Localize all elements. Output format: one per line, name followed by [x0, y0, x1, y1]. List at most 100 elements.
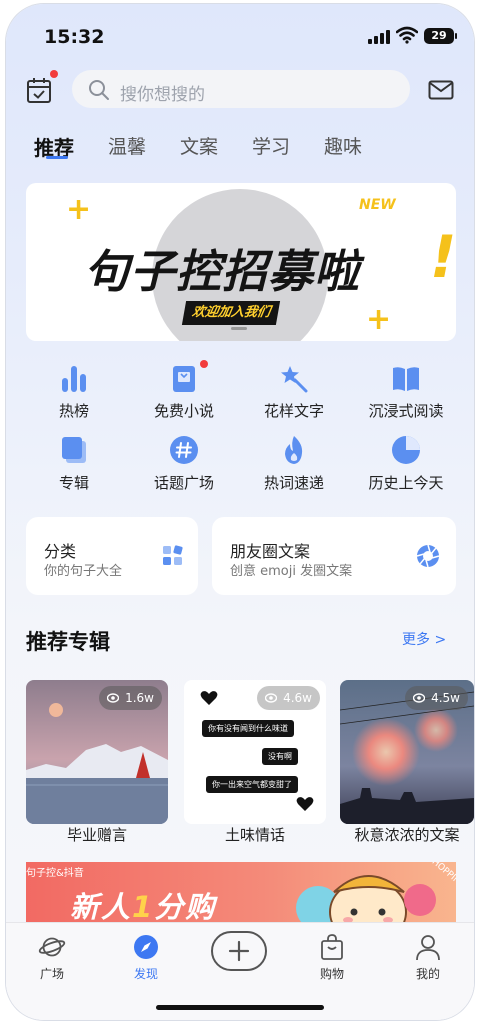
search-input[interactable]: 搜你想搜的	[72, 70, 410, 108]
grid-item-hot-words[interactable]: 热词速递	[244, 434, 344, 498]
eye-icon	[413, 693, 426, 703]
grid-item-album[interactable]: 专辑	[24, 434, 124, 498]
hashtag-icon	[170, 436, 198, 464]
profile-icon	[416, 935, 440, 961]
view-count: 1.6w	[125, 691, 154, 705]
status-time: 15:32	[44, 26, 105, 48]
battery-icon: 29	[424, 28, 457, 44]
album-label: 土味情话	[224, 826, 285, 844]
active-tab-indicator	[46, 156, 68, 159]
heart-icon	[296, 797, 314, 811]
chat-bubble: 你有没有闻到什么味道	[202, 720, 294, 737]
magic-wand-icon	[281, 366, 308, 393]
search-icon	[89, 80, 109, 100]
view-count-badge: 4.5w	[405, 686, 468, 710]
grid-label: 热榜	[58, 402, 89, 420]
grid-item-immersive-reading[interactable]: 沉浸式阅读	[356, 362, 456, 426]
tab-label: 我的	[415, 967, 440, 981]
grid-label: 历史上今天	[368, 474, 444, 492]
calendar-check-icon[interactable]	[26, 76, 52, 104]
grid-item-hot-list[interactable]: 热榜	[24, 362, 124, 426]
promo-text-a: 新人	[70, 890, 133, 922]
chat-bubble: 没有啊	[262, 748, 298, 765]
tab-study[interactable]: 学习	[252, 132, 290, 159]
grid-item-free-novels[interactable]: 免费小说	[134, 360, 234, 426]
tab-label: 发现	[133, 967, 158, 981]
card-title: 朋友圈文案	[230, 542, 311, 561]
cartoon-character-image	[296, 875, 436, 922]
view-count: 4.6w	[283, 691, 312, 705]
tab-shopping[interactable]: 购物	[302, 933, 362, 982]
eye-icon	[107, 693, 120, 703]
tab-discover[interactable]: 发现	[116, 933, 176, 982]
grid-label: 沉浸式阅读	[368, 402, 444, 420]
signal-icon	[368, 30, 390, 44]
heart-icon	[200, 691, 218, 705]
album-label: 毕业赠言	[66, 826, 127, 844]
tab-warm[interactable]: 温馨	[108, 132, 146, 159]
book-icon	[173, 366, 195, 392]
notification-dot	[200, 360, 208, 368]
promo-banner[interactable]: + + NEW 句子控招募啦 ! 欢迎加入我们	[26, 183, 456, 341]
pie-clock-icon	[392, 436, 420, 464]
view-count-badge: 4.6w	[257, 686, 320, 710]
tab-profile[interactable]: 我的	[398, 933, 458, 982]
open-book-icon	[393, 367, 419, 391]
tab-fun[interactable]: 趣味	[324, 132, 362, 159]
eye-icon	[265, 693, 278, 703]
grid-item-fancy-text[interactable]: 花样文字	[244, 362, 344, 426]
add-post-button[interactable]	[211, 931, 267, 971]
tab-label: 购物	[319, 967, 344, 981]
banner-new-badge: NEW	[359, 197, 396, 213]
promo-tag: 句子控&抖音	[26, 868, 84, 879]
grid-label: 花样文字	[263, 402, 324, 420]
search-placeholder: 搜你想搜的	[120, 85, 205, 105]
tab-copywriting[interactable]: 文案	[180, 132, 218, 159]
card-title: 分类	[44, 542, 77, 561]
card-subtitle: 创意 emoji 发圈文案	[230, 564, 353, 579]
album-card-graduation[interactable]: 1.6w	[26, 680, 168, 824]
more-link[interactable]: 更多 >	[402, 629, 446, 649]
promo-text-c: 分购	[154, 890, 217, 922]
category-card[interactable]: 分类 你的句子大全	[26, 517, 198, 595]
banner-subtitle: 欢迎加入我们	[181, 301, 281, 325]
shopping-bag-icon	[321, 934, 343, 960]
plus-decoration-icon: +	[366, 302, 392, 337]
wifi-icon	[396, 26, 418, 44]
grid-label: 专辑	[58, 474, 89, 492]
grid-item-history-today[interactable]: 历史上今天	[356, 434, 456, 498]
section-title: 推荐专辑	[26, 630, 110, 654]
view-count-badge: 1.6w	[99, 686, 162, 710]
card-subtitle: 你的句子大全	[44, 564, 123, 579]
tab-square[interactable]: 广场	[22, 933, 82, 982]
status-bar: 15:32 29	[6, 4, 474, 64]
plus-decoration-icon: +	[66, 192, 92, 227]
grid-item-topic-square[interactable]: 话题广场	[134, 434, 234, 498]
chart-bars-icon	[62, 366, 86, 392]
flame-icon	[285, 436, 303, 464]
compass-icon	[134, 935, 158, 959]
planet-icon	[38, 937, 66, 957]
album-card-autumn[interactable]: 4.5w	[340, 680, 474, 824]
aperture-icon	[416, 544, 440, 568]
notification-dot	[50, 70, 58, 78]
phone-screen: 15:32 29 搜你想搜的 推荐 温馨 文案 学习 趣味 + + NEW 句子…	[6, 4, 474, 1020]
grid-label: 免费小说	[153, 402, 214, 420]
banner-title: 句子控招募啦	[84, 245, 361, 298]
promo-strip[interactable]: 句子控&抖音 新人1分购 SHOPPING S	[26, 862, 456, 922]
album-icon	[62, 437, 86, 463]
mail-icon[interactable]	[428, 80, 454, 100]
album-label: 秋意浓浓的文案	[354, 826, 460, 844]
grid-label: 热词速递	[263, 474, 324, 492]
promo-text-b: 1	[132, 890, 155, 922]
grid-label: 话题广场	[153, 474, 214, 492]
banner-page-indicator	[231, 327, 247, 330]
album-card-love-talk[interactable]: 你有没有闻到什么味道 没有啊 你一出来空气都变甜了 4.6w	[184, 680, 326, 824]
view-count: 4.5w	[431, 691, 460, 705]
tab-label: 广场	[39, 967, 64, 981]
moments-copy-card[interactable]: 朋友圈文案 创意 emoji 发圈文案	[212, 517, 456, 595]
promo-text: 新人1分购	[70, 884, 216, 922]
bottom-tab-bar: 广场 发现 购物 我的	[6, 922, 474, 1020]
exclamation-icon: !	[430, 223, 456, 291]
chat-bubble: 你一出来空气都变甜了	[206, 776, 298, 793]
